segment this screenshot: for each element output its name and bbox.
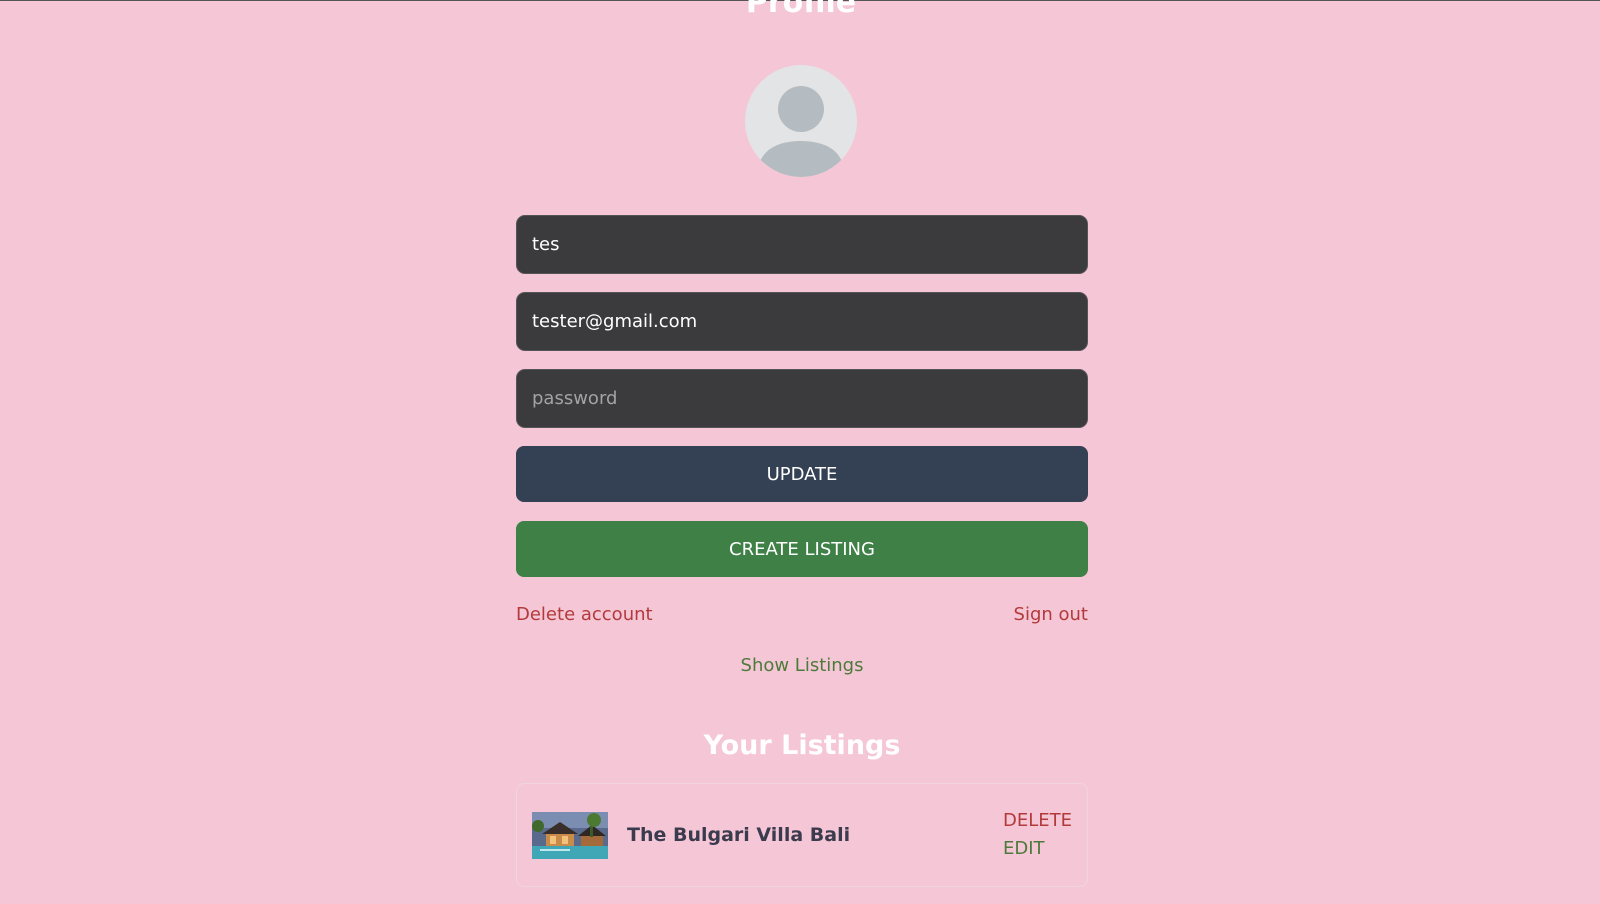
username-input[interactable]	[516, 215, 1088, 274]
listing-thumbnail[interactable]	[532, 811, 608, 859]
listing-delete-button[interactable]: DELETE	[1003, 807, 1072, 835]
user-avatar-icon	[758, 86, 844, 177]
sign-out-link[interactable]: Sign out	[1014, 603, 1088, 627]
profile-form: UPDATE CREATE LISTING Delete account Sig…	[516, 215, 1088, 887]
update-button[interactable]: UPDATE	[516, 446, 1088, 502]
account-links: Delete account Sign out	[516, 603, 1088, 627]
listing-actions: DELETE EDIT	[1003, 807, 1072, 863]
page-title: Profile	[745, 0, 857, 20]
listings-title: Your Listings	[703, 730, 901, 761]
delete-account-link[interactable]: Delete account	[516, 603, 653, 627]
create-listing-button[interactable]: CREATE LISTING	[516, 521, 1088, 577]
show-listings-button[interactable]: Show Listings	[516, 654, 1088, 678]
email-input[interactable]	[516, 292, 1088, 351]
profile-avatar[interactable]	[745, 65, 857, 177]
listing-item: The Bulgari Villa Bali DELETE EDIT	[516, 783, 1088, 887]
password-input[interactable]	[516, 369, 1088, 428]
listing-edit-button[interactable]: EDIT	[1003, 835, 1045, 863]
listing-name[interactable]: The Bulgari Villa Bali	[627, 824, 1003, 846]
